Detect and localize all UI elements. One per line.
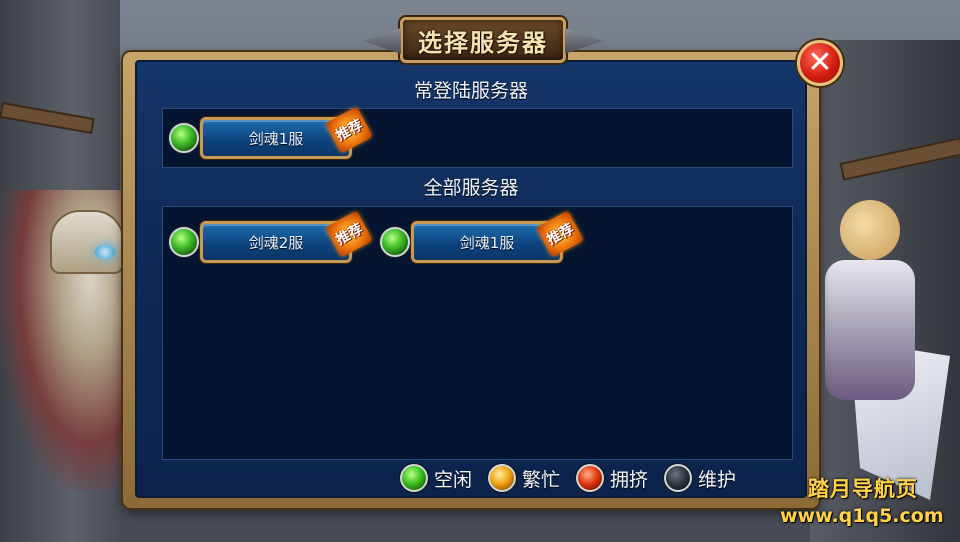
status-legend: 空闲 繁忙 拥挤 维护 xyxy=(400,461,752,495)
knight-helmet xyxy=(50,210,124,274)
legend-label: 拥挤 xyxy=(610,468,649,491)
all-servers-heading: 全部服务器 xyxy=(423,177,519,199)
legend-label: 繁忙 xyxy=(522,468,561,491)
recommend-badge-label: 推荐 xyxy=(333,221,366,249)
frequent-servers-heading: 常登陆服务器 xyxy=(413,80,528,102)
server-name: 剑魂2服 xyxy=(248,233,304,252)
glowing-gem xyxy=(95,245,115,259)
legend-item-idle: 空闲 xyxy=(400,464,472,492)
server-name: 剑魂1服 xyxy=(248,129,304,148)
watermark-url: www.q1q5.com xyxy=(780,505,944,527)
status-maintenance-icon xyxy=(664,464,693,492)
legend-item-crowded: 拥挤 xyxy=(576,464,648,492)
watermark-title: 踏月导航页 xyxy=(808,477,918,501)
status-idle-icon xyxy=(169,123,199,153)
server-entry[interactable]: 剑魂1服 推荐 xyxy=(380,210,590,265)
legend-item-busy: 繁忙 xyxy=(488,464,560,492)
dialog-content: 常登陆服务器 剑魂1服 推荐 全部服务器 剑魂2服 推荐 剑魂1服 推荐 xyxy=(135,60,807,498)
status-crowded-icon xyxy=(576,464,605,492)
status-busy-icon xyxy=(488,464,517,492)
legend-label: 维护 xyxy=(698,468,737,491)
recommend-badge-label: 推荐 xyxy=(333,117,366,145)
frequent-servers-panel: 剑魂1服 推荐 xyxy=(162,106,793,168)
frequent-server-entry[interactable]: 剑魂1服 推荐 xyxy=(169,106,379,161)
close-button[interactable]: ✕ xyxy=(797,40,843,86)
server-name: 剑魂1服 xyxy=(459,233,515,252)
dialog-title: 选择服务器 xyxy=(418,27,548,57)
all-servers-panel: 剑魂2服 推荐 剑魂1服 推荐 xyxy=(162,206,793,460)
warrior-hair xyxy=(840,200,900,260)
close-icon: ✕ xyxy=(807,45,833,80)
status-idle-icon xyxy=(169,227,199,257)
server-entry[interactable]: 剑魂2服 推荐 xyxy=(169,210,379,265)
legend-label: 空闲 xyxy=(434,468,473,491)
female-warrior-character xyxy=(810,190,960,500)
dialog-title-banner: 选择服务器 xyxy=(400,17,566,63)
status-idle-icon xyxy=(380,227,410,257)
server-select-dialog: 常登陆服务器 剑魂1服 推荐 全部服务器 剑魂2服 推荐 剑魂1服 推荐 xyxy=(123,52,819,508)
status-idle-icon xyxy=(400,464,428,492)
legend-item-maintenance: 维护 xyxy=(664,464,736,492)
recommend-badge-label: 推荐 xyxy=(544,221,577,249)
warrior-body xyxy=(825,260,915,400)
